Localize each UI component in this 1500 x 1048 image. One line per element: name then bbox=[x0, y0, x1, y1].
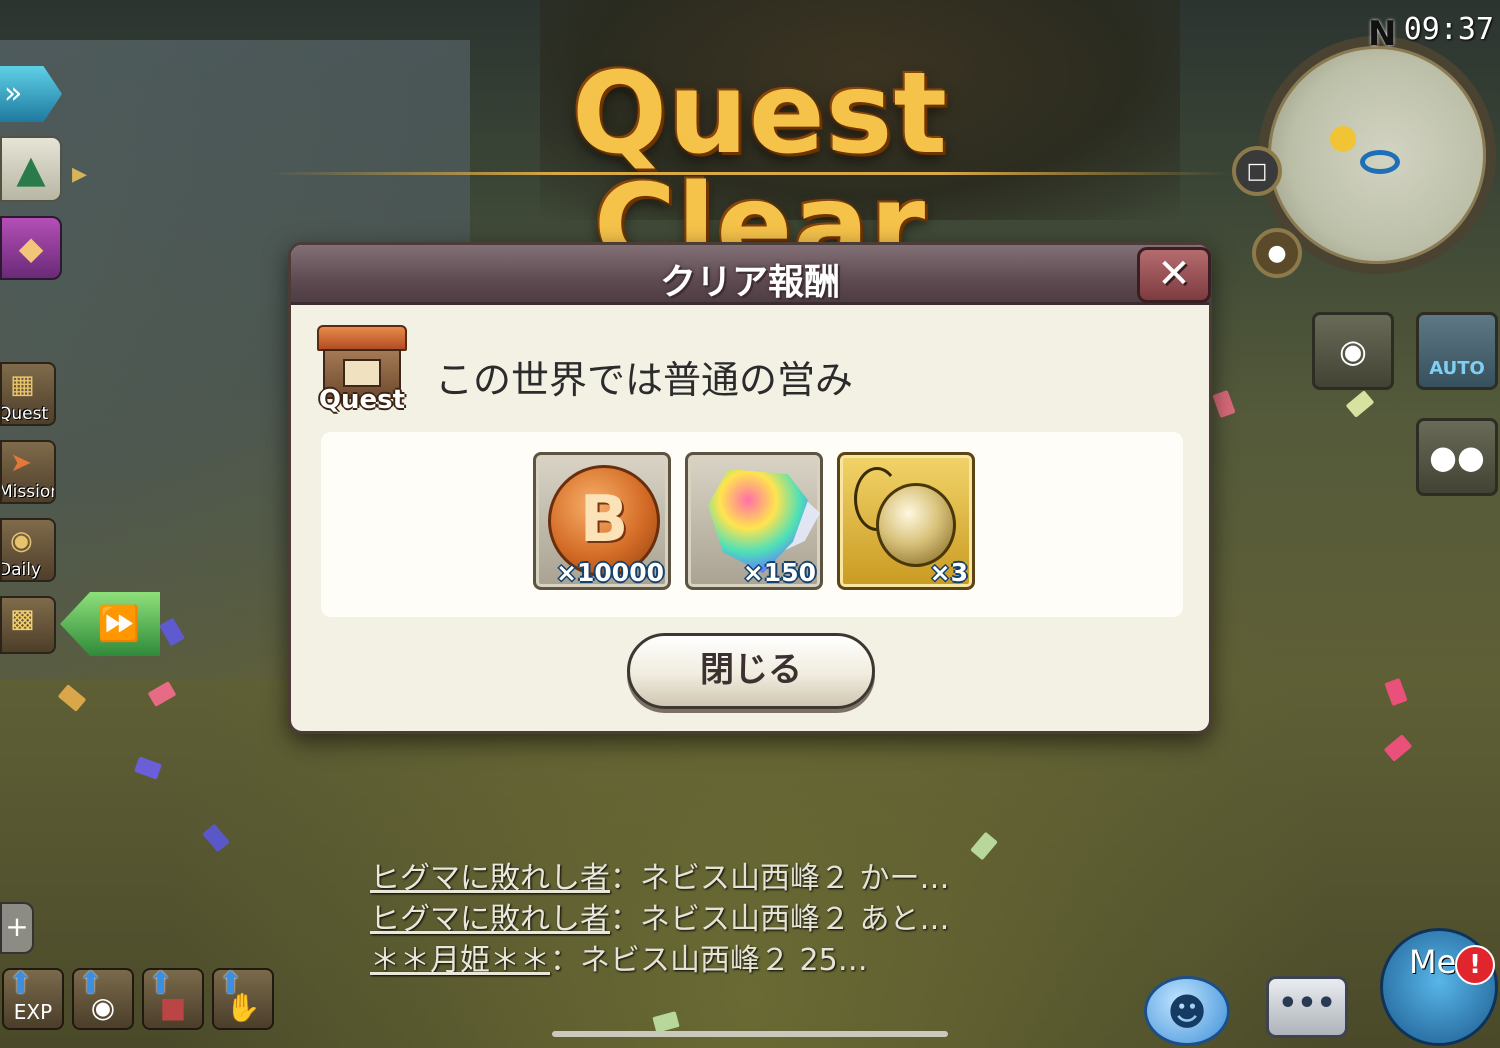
quest-badge-roof bbox=[317, 325, 407, 351]
quest-badge-icon: Quest bbox=[317, 325, 407, 417]
weapon-upgrade-button[interactable]: ⬆ ◉ bbox=[72, 966, 134, 1030]
smile-face-icon: ☻ bbox=[1167, 990, 1207, 1034]
close-icon[interactable]: ✕ bbox=[1137, 247, 1211, 303]
chat-line[interactable]: ヒグマに敗れし者：ネビス山西峰２ あと… bbox=[370, 899, 950, 940]
quest-reward-dialog: クリア報酬 ✕ Quest この世界では普通の営み B ×10000 ×150 … bbox=[288, 242, 1212, 734]
exp-label: EXP bbox=[13, 1000, 53, 1024]
daily-icon: ◉ bbox=[10, 526, 33, 556]
treasure-chest-button[interactable]: ▩ bbox=[0, 596, 56, 654]
auto-button[interactable]: AUTO bbox=[1416, 312, 1498, 390]
pet-button[interactable]: ● bbox=[1252, 228, 1302, 278]
quest-badge-board bbox=[343, 359, 381, 387]
chat-button[interactable]: ••• bbox=[1266, 976, 1348, 1038]
banner-underline bbox=[270, 172, 1230, 175]
add-shortcut-button[interactable]: + bbox=[0, 902, 34, 954]
close-button[interactable]: 閉じる bbox=[627, 633, 875, 709]
minimap-player-marker bbox=[1360, 150, 1400, 174]
treasure-chest-icon: ▩ bbox=[10, 604, 35, 634]
mission-icon: ➤ bbox=[10, 448, 32, 478]
mask-icon[interactable]: ◆ bbox=[0, 216, 62, 280]
quest-menu-label: Quest bbox=[0, 404, 49, 424]
home-indicator[interactable] bbox=[552, 1031, 948, 1037]
reward-quantity: ×150 bbox=[742, 558, 816, 587]
glove-upgrade-button[interactable]: ⬆ ✋ bbox=[212, 966, 274, 1030]
party-button[interactable]: ●● bbox=[1416, 418, 1498, 496]
chat-message: ：ネビス山西峰２ 25… bbox=[550, 943, 868, 978]
party-icon: ●● bbox=[1429, 438, 1485, 476]
chat-message: ：ネビス山西峰２ あと… bbox=[610, 902, 950, 937]
map-icon: □ bbox=[1246, 158, 1268, 184]
boots-upgrade-button[interactable]: ⬆ ■ bbox=[142, 966, 204, 1030]
reward-item-coin[interactable]: B ×10000 bbox=[533, 452, 671, 590]
map-toggle-button[interactable]: □ bbox=[1232, 146, 1282, 196]
guild-emblem-icon[interactable]: ▲ bbox=[0, 136, 62, 202]
quest-badge-label: Quest bbox=[318, 385, 406, 415]
me-menu-button[interactable]: Me ! bbox=[1380, 928, 1498, 1046]
me-label: Me bbox=[1409, 943, 1457, 981]
daily-menu-button[interactable]: ◉ Daily bbox=[0, 518, 56, 582]
dialog-header: クリア報酬 bbox=[291, 245, 1209, 305]
up-arrow-icon: ⬆ bbox=[8, 966, 34, 1001]
chat-message: ：ネビス山西峰２ かー… bbox=[610, 861, 950, 896]
up-arrow-icon: ⬆ bbox=[148, 966, 174, 1001]
dialog-title: クリア報酬 bbox=[659, 262, 840, 303]
up-arrow-icon: ⬆ bbox=[78, 966, 104, 1001]
mission-menu-label: Mission bbox=[0, 482, 54, 502]
chat-sender[interactable]: ヒグマに敗れし者 bbox=[370, 902, 610, 937]
mission-menu-button[interactable]: ➤ Mission bbox=[0, 440, 56, 504]
up-arrow-icon: ⬆ bbox=[218, 966, 244, 1001]
chat-bubble-icon: ••• bbox=[1278, 986, 1336, 1021]
video-camera-icon: ◉ bbox=[1339, 332, 1367, 370]
alert-badge: ! bbox=[1455, 945, 1495, 985]
reward-item-gem[interactable]: ×150 bbox=[685, 452, 823, 590]
minimap-npc-marker bbox=[1330, 126, 1356, 152]
reward-item-bell[interactable]: ×3 bbox=[837, 452, 975, 590]
chat-log[interactable]: ヒグマに敗れし者：ネビス山西峰２ かー… ヒグマに敗れし者：ネビス山西峰２ あと… bbox=[370, 858, 950, 981]
quest-name: この世界では普通の営み bbox=[435, 358, 854, 402]
emote-button[interactable]: ☻ bbox=[1144, 976, 1230, 1046]
chat-line[interactable]: ＊＊月姫＊＊：ネビス山西峰２ 25… bbox=[370, 940, 950, 981]
reward-quantity: ×3 bbox=[929, 558, 968, 587]
daily-menu-label: Daily bbox=[0, 560, 42, 580]
camera-button[interactable]: ◉ bbox=[1312, 312, 1394, 390]
auto-label: AUTO bbox=[1429, 357, 1485, 379]
exp-upgrade-button[interactable]: ⬆ EXP bbox=[2, 966, 64, 1030]
chevron-right-icon[interactable]: ▸ bbox=[72, 156, 87, 191]
chat-sender[interactable]: ヒグマに敗れし者 bbox=[370, 861, 610, 896]
chat-sender[interactable]: ＊＊月姫＊＊ bbox=[370, 943, 550, 978]
clock: 09:37 bbox=[1403, 12, 1494, 47]
bell-charm-icon bbox=[876, 483, 956, 567]
quest-menu-button[interactable]: ▦ Quest bbox=[0, 362, 56, 426]
reward-quantity: ×10000 bbox=[556, 558, 664, 587]
quest-board-icon: ▦ bbox=[10, 370, 35, 400]
reward-list: B ×10000 ×150 ×3 bbox=[321, 432, 1183, 617]
compass-north-icon: N bbox=[1368, 14, 1397, 54]
pet-face-icon: ● bbox=[1267, 240, 1287, 266]
chat-line[interactable]: ヒグマに敗れし者：ネビス山西峰２ かー… bbox=[370, 858, 950, 899]
